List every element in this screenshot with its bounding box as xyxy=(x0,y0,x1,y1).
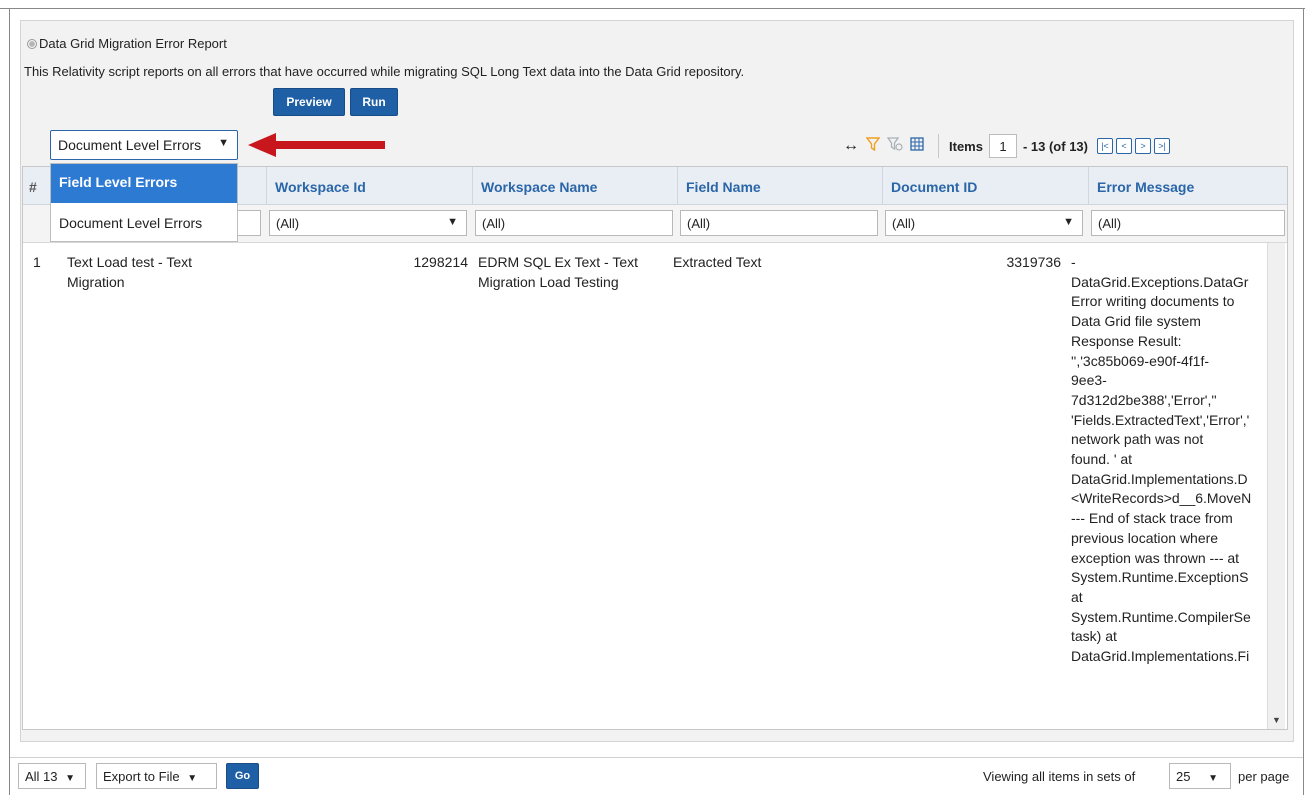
view-select-value: Document Level Errors xyxy=(58,137,202,153)
grid-toolbar: ↔ Items 1 - 13 (of 13) |< < > >| xyxy=(840,134,1170,158)
filter-workspace-id-value: (All) xyxy=(276,216,300,231)
view-dropdown-menu: Field Level Errors Document Level Errors xyxy=(50,163,238,242)
chevron-down-icon: ▼ xyxy=(1063,216,1074,228)
window-right-border xyxy=(1303,9,1304,795)
clear-filter-icon[interactable] xyxy=(884,136,906,156)
window-left-border xyxy=(9,9,10,795)
name-line-1: Text Load test - Text xyxy=(67,254,193,270)
column-header-workspace-id[interactable]: Workspace Id xyxy=(266,167,472,205)
name-cell: Text Load test - Text Migration xyxy=(67,253,257,292)
report-title: Data Grid Migration Error Report xyxy=(39,36,227,51)
column-header-error-message[interactable]: Error Message xyxy=(1088,167,1287,205)
all-items-select-value: All 13 xyxy=(25,769,58,784)
prev-page-icon[interactable]: < xyxy=(1115,138,1132,154)
per-page-select-value: 25 xyxy=(1176,769,1191,784)
radio-icon[interactable] xyxy=(27,38,37,49)
toolbar-separator xyxy=(938,134,939,158)
chevron-down-icon: ▼ xyxy=(187,773,198,784)
column-header-field-name[interactable]: Field Name xyxy=(677,167,882,205)
scroll-down-icon[interactable]: ▼ xyxy=(1272,715,1281,725)
footer-divider xyxy=(10,757,1303,758)
error-message-cell: - DataGrid.Exceptions.DataGr Error writi… xyxy=(1071,254,1252,665)
view-select[interactable]: Document Level Errors ▼ xyxy=(50,130,238,160)
preview-button[interactable]: Preview xyxy=(273,88,345,116)
column-header-workspace-name[interactable]: Workspace Name xyxy=(472,167,677,205)
run-button[interactable]: Run xyxy=(350,88,398,116)
column-header-document-id[interactable]: Document ID xyxy=(882,167,1088,205)
workspace-id-cell: 1298214 xyxy=(413,254,468,270)
chevron-down-icon: ▼ xyxy=(65,773,76,784)
dropdown-option-document-level-errors[interactable]: Document Level Errors xyxy=(51,203,237,242)
filter-document-id[interactable]: (All) ▼ xyxy=(885,210,1083,236)
export-select-value: Export to File xyxy=(103,769,180,784)
last-page-icon[interactable]: >| xyxy=(1153,138,1170,154)
filter-icon[interactable] xyxy=(862,136,884,156)
red-arrow-annotation xyxy=(248,133,385,157)
per-page-select[interactable]: 25 ▼ xyxy=(1169,763,1231,789)
all-items-select[interactable]: All 13 ▼ xyxy=(18,763,86,789)
workspace-name-line-1: EDRM SQL Ex Text - Text xyxy=(478,254,639,270)
results-grid: # Workspace Id Workspace Name Field Name… xyxy=(22,166,1288,730)
document-id-cell: 3319736 xyxy=(1006,254,1061,270)
filter-workspace-id[interactable]: (All) ▼ xyxy=(269,210,467,236)
window-top-border xyxy=(0,0,1305,9)
filter-error-message[interactable]: (All) xyxy=(1091,210,1285,236)
filter-field-name[interactable]: (All) xyxy=(680,210,878,236)
row-number-header: # xyxy=(29,179,37,195)
items-range: - 13 (of 13) xyxy=(1022,138,1088,154)
workspace-name-line-2: Migration Load Testing xyxy=(478,273,619,290)
workspace-name-cell: EDRM SQL Ex Text - Text Migration Load T… xyxy=(478,253,673,292)
report-header: Data Grid Migration Error Report xyxy=(27,36,227,51)
row-number: 1 xyxy=(33,254,41,270)
filter-document-id-value: (All) xyxy=(892,216,916,231)
viewing-label: Viewing all items in sets of xyxy=(983,769,1136,784)
grid-icon[interactable] xyxy=(906,136,928,156)
go-button[interactable]: Go xyxy=(226,763,259,789)
report-description: This Relativity script reports on all er… xyxy=(24,64,745,79)
next-page-icon[interactable]: > xyxy=(1134,138,1151,154)
chevron-down-icon: ▼ xyxy=(218,137,229,149)
chevron-down-icon: ▼ xyxy=(1208,773,1218,784)
page-input[interactable]: 1 xyxy=(988,134,1017,158)
table-row[interactable]: 1 Text Load test - Text Migration 129821… xyxy=(23,243,1287,729)
error-scrollbar[interactable]: ▼ xyxy=(1267,243,1285,729)
per-page-label: per page xyxy=(1238,769,1290,784)
first-page-icon[interactable]: |< xyxy=(1096,138,1113,154)
export-select[interactable]: Export to File ▼ xyxy=(96,763,217,789)
chevron-down-icon: ▼ xyxy=(447,216,458,228)
items-label: Items xyxy=(949,138,983,154)
expand-columns-icon[interactable]: ↔ xyxy=(840,137,862,155)
dropdown-option-field-level-errors[interactable]: Field Level Errors xyxy=(51,164,237,203)
filter-workspace-name[interactable]: (All) xyxy=(475,210,673,236)
field-name-cell: Extracted Text xyxy=(673,254,762,270)
name-line-2: Migration xyxy=(67,273,125,290)
